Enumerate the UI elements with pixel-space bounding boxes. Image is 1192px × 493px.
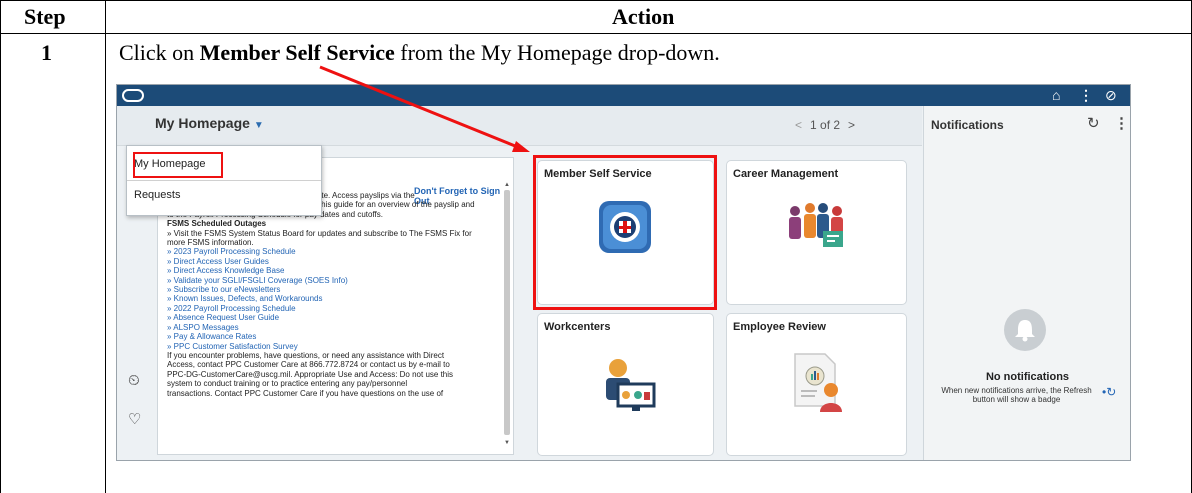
red-arrow-annotation [319, 65, 530, 152]
